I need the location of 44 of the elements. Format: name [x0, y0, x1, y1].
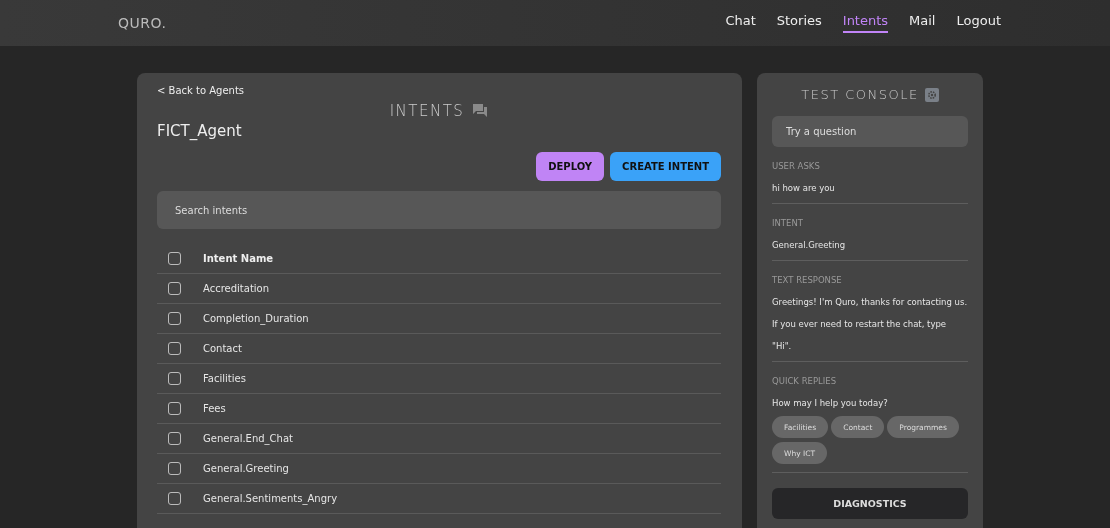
- checkbox[interactable]: [168, 342, 181, 355]
- action-button[interactable]: CREATE INTENT: [610, 152, 721, 181]
- intent-name[interactable]: General.Sentiments_Angry: [203, 493, 338, 504]
- intent-name[interactable]: Fees: [203, 403, 226, 414]
- nav-link[interactable]: Intents: [842, 13, 889, 33]
- checkbox[interactable]: [168, 252, 181, 265]
- question-field[interactable]: Try a question: [772, 116, 968, 147]
- prompt-text: How may I help you today?: [772, 397, 889, 410]
- chat-icon: [472, 103, 489, 119]
- console-title: TEST CONSOLE: [801, 87, 919, 102]
- nav-link[interactable]: Logout: [956, 13, 1001, 33]
- intent-name[interactable]: Completion_Duration: [203, 313, 309, 324]
- column-header: Intent Name: [203, 253, 274, 264]
- section-label: USER ASKS: [772, 161, 821, 171]
- nav-link[interactable]: Chat: [725, 13, 756, 33]
- section-text: Greetings! I'm Quro, thanks for contacting us.: [772, 296, 968, 309]
- nav-link[interactable]: Mail: [909, 13, 936, 33]
- agent-name: FICT_Agent: [157, 122, 243, 140]
- intent-name[interactable]: Facilities: [203, 373, 246, 384]
- nav-link[interactable]: Stories: [776, 13, 822, 33]
- checkbox[interactable]: [168, 492, 181, 505]
- back-link[interactable]: < Back to Agents: [157, 85, 721, 96]
- intent-name[interactable]: General.Greeting: [203, 463, 289, 474]
- checkbox[interactable]: [168, 462, 181, 475]
- logo[interactable]: QURO.: [118, 15, 167, 31]
- checkbox[interactable]: [168, 372, 181, 385]
- section-label: QUICK REPLIES: [772, 376, 838, 386]
- section-text: hi how are you: [772, 182, 836, 195]
- action-button[interactable]: DEPLOY: [536, 152, 605, 181]
- checkbox[interactable]: [168, 432, 181, 445]
- checkbox[interactable]: [168, 402, 181, 415]
- intent-name[interactable]: Contact: [203, 343, 242, 354]
- section-label: TEXT RESPONSE: [772, 275, 843, 285]
- page-title: INTENTS: [389, 102, 465, 120]
- intent-name[interactable]: Accreditation: [203, 283, 270, 294]
- search-field[interactable]: Search intents: [157, 191, 721, 229]
- settings-icon[interactable]: [924, 87, 939, 102]
- checkbox[interactable]: [168, 312, 181, 325]
- section-label: INTENT: [772, 218, 804, 228]
- checkbox[interactable]: [168, 282, 181, 295]
- section-text: General.Greeting: [772, 239, 847, 252]
- diagnostics-button[interactable]: DIAGNOSTICS: [772, 488, 968, 519]
- intent-name[interactable]: General.End_Chat: [203, 433, 293, 444]
- section-text: If you ever need to restart the chat, type "Hi".: [772, 318, 948, 353]
